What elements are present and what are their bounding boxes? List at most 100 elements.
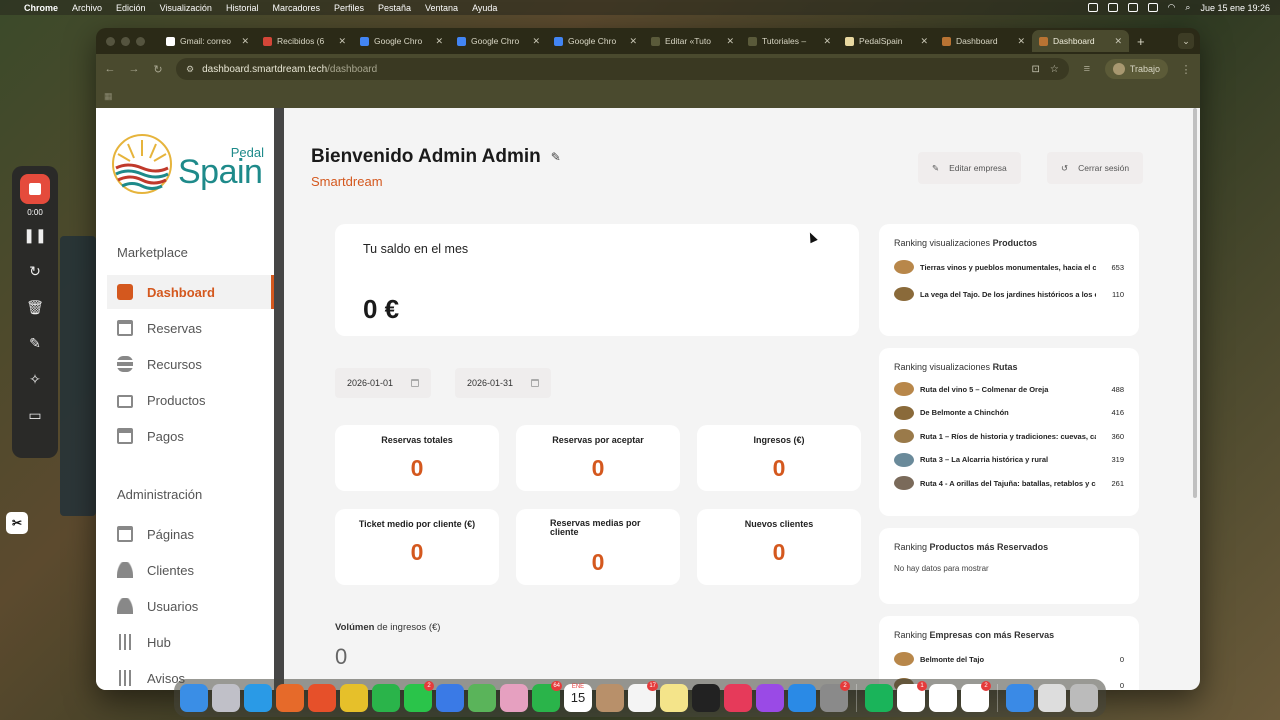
sidebar-item-clientes[interactable]: Clientes <box>107 553 274 587</box>
menu-historial[interactable]: Historial <box>226 3 259 13</box>
tab-close-icon[interactable]: ✕ <box>1114 36 1122 47</box>
menu-ventana[interactable]: Ventana <box>425 3 458 13</box>
sidebar-item-páginas[interactable]: Páginas <box>107 517 274 551</box>
translate-icon[interactable]: ⊡ <box>1031 64 1039 75</box>
back-icon[interactable]: ← <box>104 63 116 75</box>
maximize-window-icon[interactable] <box>136 36 145 46</box>
trash-icon[interactable]: 🗑 <box>26 289 44 325</box>
spotify-icon[interactable] <box>865 684 893 712</box>
minimize-window-icon[interactable] <box>121 36 130 46</box>
reminders-icon[interactable]: 17 <box>628 681 658 712</box>
scrollbar-thumb[interactable] <box>1193 108 1197 498</box>
edit-company-button[interactable]: ✎ Editar empresa <box>918 152 1021 184</box>
wifi-icon[interactable]: ◠ <box>1168 2 1176 13</box>
date-from-input[interactable]: 2026-01-01 <box>335 368 431 398</box>
ranking-row[interactable]: La vega del Tajo. De los jardines histór… <box>894 285 1124 303</box>
tab-close-icon[interactable]: ✕ <box>726 36 734 47</box>
camera-icon[interactable]: ▭ <box>28 397 41 433</box>
tab-close-icon[interactable]: ✕ <box>241 36 249 47</box>
sidebar-item-productos[interactable]: Productos <box>107 383 274 417</box>
ranking-row[interactable]: Tierras vinos y pueblos monumentales, ha… <box>894 258 1124 276</box>
status-icon[interactable] <box>1087 3 1098 12</box>
ranking-row[interactable]: De Belmonte a Chinchón 416 <box>894 404 1124 422</box>
browser-tab[interactable]: Dashboard ✕ <box>935 30 1032 52</box>
podcasts-icon[interactable] <box>756 684 784 712</box>
close-window-icon[interactable] <box>106 36 115 46</box>
tab-close-icon[interactable]: ✕ <box>920 36 928 47</box>
browser-tab[interactable]: Recibidos (6 ✕ <box>256 30 353 52</box>
notion-icon[interactable]: 1 <box>897 681 927 712</box>
bookmark-star-icon[interactable]: ☆ <box>1050 64 1059 75</box>
address-bar[interactable]: ⚙ dashboard.smartdream.tech/dashboard ⊡ … <box>176 58 1069 80</box>
status-icon[interactable] <box>1127 3 1138 12</box>
tab-close-icon[interactable]: ✕ <box>1017 36 1025 47</box>
sidebar-item-reservas[interactable]: Reservas <box>107 311 274 345</box>
capcut-icon[interactable] <box>929 684 957 712</box>
new-tab-icon[interactable]: + <box>1137 34 1145 49</box>
messages-icon[interactable]: 2 <box>404 681 434 712</box>
sidebar-item-hub[interactable]: Hub <box>107 625 274 659</box>
launchpad-icon[interactable] <box>212 684 240 712</box>
menu-visualizacion[interactable]: Visualización <box>160 3 212 13</box>
photos-icon[interactable] <box>500 684 528 712</box>
search-icon[interactable]: ⌕ <box>1185 2 1190 13</box>
ranking-row[interactable]: Ruta 1 – Ríos de historia y tradiciones:… <box>894 427 1124 445</box>
facetime-icon[interactable]: 64 <box>532 681 562 712</box>
browser-tab[interactable]: Google Chro ✕ <box>450 30 547 52</box>
music-icon[interactable] <box>724 684 752 712</box>
ranking-row[interactable]: Ruta 4 - A orillas del Tajuña: batallas,… <box>894 474 1124 492</box>
browser-tab[interactable]: Dashboard ✕ <box>1032 30 1129 52</box>
firefox-icon[interactable] <box>276 684 304 712</box>
keyboard-icon[interactable] <box>1038 684 1066 712</box>
edit-name-icon[interactable]: ✎ <box>551 150 561 164</box>
tab-close-icon[interactable]: ✕ <box>629 36 637 47</box>
status-icon[interactable] <box>1107 3 1118 12</box>
pen-icon[interactable]: ✎ <box>29 325 41 361</box>
forward-icon[interactable]: → <box>128 63 140 75</box>
tab-close-icon[interactable]: ✕ <box>532 36 540 47</box>
stop-recording-button[interactable] <box>20 174 50 204</box>
effects-icon[interactable]: ✧ <box>29 361 41 397</box>
globe-icon[interactable] <box>1006 684 1034 712</box>
logout-button[interactable]: ↺ Cerrar sesión <box>1047 152 1144 184</box>
notes-icon[interactable] <box>660 684 688 712</box>
menu-edicion[interactable]: Edición <box>116 3 146 13</box>
calendar-icon[interactable]: ENE 15 <box>564 684 592 712</box>
sidebar-item-usuarios[interactable]: Usuarios <box>107 589 274 623</box>
numbers-icon[interactable] <box>372 684 400 712</box>
chrome-icon[interactable] <box>340 684 368 712</box>
pedalspain-logo[interactable]: Pedal Spain <box>110 132 268 196</box>
reload-icon[interactable]: ↻ <box>152 63 164 76</box>
page-scrollbar[interactable] <box>1190 108 1200 690</box>
pencil-app-icon[interactable] <box>308 684 336 712</box>
date-to-input[interactable]: 2026-01-31 <box>455 368 551 398</box>
appletv-icon[interactable] <box>692 684 720 712</box>
menu-perfiles[interactable]: Perfiles <box>334 3 364 13</box>
tab-close-icon[interactable]: ✕ <box>823 36 831 47</box>
tab-search-icon[interactable]: ⌄ <box>1178 33 1194 49</box>
ranking-row[interactable]: Ruta 3 – La Alcarria histórica y rural 31… <box>894 451 1124 469</box>
menu-app[interactable]: Chrome <box>24 3 58 13</box>
menu-pestana[interactable]: Pestaña <box>378 3 411 13</box>
browser-tab[interactable]: Editar «Tuto ✕ <box>644 30 741 52</box>
restart-icon[interactable]: ↻ <box>29 253 41 289</box>
tab-close-icon[interactable]: ✕ <box>435 36 443 47</box>
settings-icon[interactable]: 2 <box>820 681 850 712</box>
status-icon[interactable] <box>1147 3 1158 12</box>
safari-icon[interactable] <box>244 684 272 712</box>
browser-tab[interactable]: Google Chro ✕ <box>353 30 450 52</box>
trash-icon[interactable] <box>1070 684 1098 712</box>
site-info-icon[interactable]: ⚙ <box>186 64 194 75</box>
ranking-row[interactable]: Ruta del vino 5 – Colmenar de Oreja 488 <box>894 380 1124 398</box>
menu-archivo[interactable]: Archivo <box>72 3 102 13</box>
contacts-icon[interactable] <box>596 684 624 712</box>
slack-icon[interactable]: 2 <box>961 681 991 712</box>
tab-close-icon[interactable]: ✕ <box>338 36 346 47</box>
sidebar-item-pagos[interactable]: Pagos <box>107 419 274 453</box>
sidebar-item-recursos[interactable]: Recursos <box>107 347 274 381</box>
browser-tab[interactable]: Gmail: correo ✕ <box>159 30 256 52</box>
sidebar-item-dashboard[interactable]: Dashboard <box>107 275 274 309</box>
profile-button[interactable]: Trabajo <box>1104 59 1168 79</box>
media-icon[interactable]: ≡ <box>1081 63 1093 75</box>
mail-icon[interactable] <box>436 684 464 712</box>
